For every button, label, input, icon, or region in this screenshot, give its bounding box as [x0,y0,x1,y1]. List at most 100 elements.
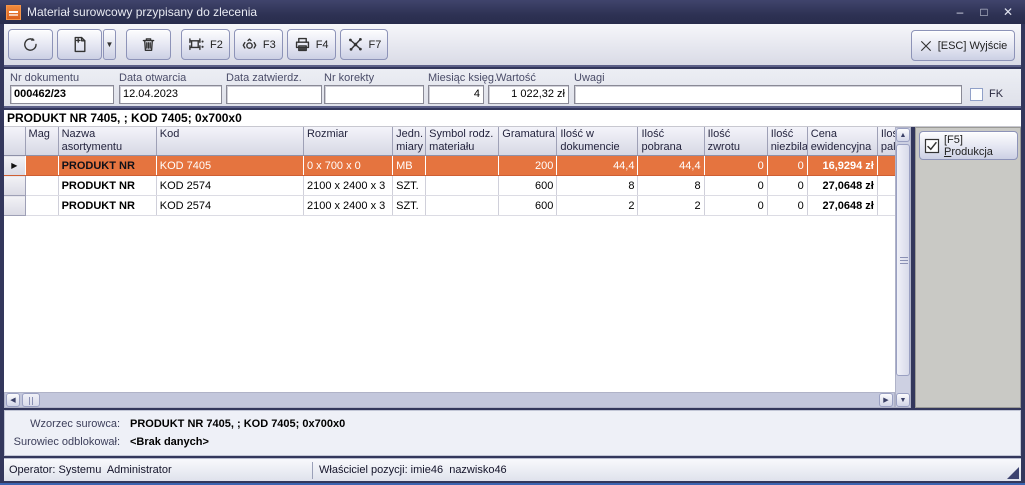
row-selector-icon: ▶ [4,156,25,176]
new-document-icon [71,36,88,53]
cell-rozmiar: 2100 x 2400 x 3 [303,196,392,216]
miesiac-ksieg-label: Miesiąc księg. [428,72,497,84]
minimize-button[interactable]: – [953,5,967,19]
refresh-button[interactable] [8,29,53,60]
data-otwarcia-label: Data otwarcia [119,72,186,84]
cell-pale [877,196,895,216]
odblokowal-value: <Brak danych> [130,436,209,448]
col-header-ilosc-zwrotu[interactable]: Ilość zwrotu [704,127,767,156]
wartosc-field[interactable]: 1 022,32 zł [488,85,569,104]
cell-nazwa: PRODUKT NR [58,176,156,196]
nr-korekty-field[interactable] [324,85,424,104]
resize-grip-icon[interactable] [1007,467,1019,479]
table-row[interactable]: PRODUKT NR KOD 2574 2100 x 2400 x 3 SZT.… [4,196,895,216]
odblokowal-label: Surowiec odblokował: [0,436,120,448]
cell-symbol [426,156,499,176]
network-f7-button[interactable]: F7 [340,29,389,60]
horizontal-scrollbar[interactable]: ◀ ▶ [4,392,895,408]
checkmark-icon [924,138,940,154]
col-header-ilosc-niezbilan[interactable]: Ilość niezbilan [767,127,807,156]
maximize-button[interactable]: □ [977,5,991,19]
cell-mag [25,156,58,176]
target-icon [241,36,258,53]
scroll-left-icon[interactable]: ◀ [6,393,20,407]
horizontal-scroll-thumb[interactable] [22,393,40,407]
edit-f2-button[interactable]: F2 [181,29,230,60]
status-bar: Operator: Systemu Administrator Właścici… [4,458,1021,481]
f3-label: F3 [263,39,276,51]
cell-rozmiar: 2100 x 2400 x 3 [303,176,392,196]
f5-label: [F5] Produkcja [944,134,1013,158]
cell-kod: KOD 2574 [156,176,303,196]
printer-icon [294,36,311,53]
fk-checkbox[interactable] [970,88,983,101]
exit-label: [ESC] Wyjście [938,40,1008,52]
selector-column-header [4,127,25,156]
exit-button[interactable]: [ESC] Wyjście [911,30,1015,61]
cell-ilosc-zwrotu: 0 [704,156,767,176]
production-f5-button[interactable]: [F5] Produkcja [919,131,1018,160]
cell-ilosc-zwrotu: 0 [704,176,767,196]
cell-mag [25,176,58,196]
data-zatwierdz-field[interactable] [226,85,322,104]
window-title: Materiał surowcowy przypisany do zleceni… [27,5,257,19]
cell-kod: KOD 2574 [156,196,303,216]
f7-label: F7 [369,39,382,51]
scroll-right-icon[interactable]: ▶ [879,393,893,407]
cell-pale [877,176,895,196]
cell-cena: 16,9294 zł [807,156,877,176]
vertical-scroll-thumb[interactable] [896,144,910,376]
cell-cena: 27,0648 zł [807,176,877,196]
info-panel: Wzorzec surowca: PRODUKT NR 7405, ; KOD … [4,410,1021,456]
rack-icon [188,36,205,53]
cell-cena: 27,0648 zł [807,196,877,216]
document-fields: Nr dokumentu Data otwarcia Data zatwierd… [4,69,1021,108]
scroll-up-icon[interactable]: ▲ [896,128,910,142]
new-document-dropdown[interactable]: ▼ [103,29,116,60]
wzorzec-value: PRODUKT NR 7405, ; KOD 7405; 0x700x0 [130,418,345,430]
cell-mag [25,196,58,216]
wzorzec-label: Wzorzec surowca: [0,418,120,430]
f4-label: F4 [316,39,329,51]
title-bar: Materiał surowcowy przypisany do zleceni… [0,0,1025,24]
table-row[interactable]: ▶ PRODUKT NR KOD 7405 0 x 700 x 0 MB 200… [4,156,895,176]
cell-jedn: MB [393,156,426,176]
cell-rozmiar: 0 x 700 x 0 [303,156,392,176]
data-otwarcia-field[interactable]: 12.04.2023 [119,85,222,104]
close-button[interactable]: ✕ [1001,5,1015,19]
status-divider [312,462,313,479]
network-icon [347,36,364,53]
col-header-nazwa[interactable]: Nazwa asortymentu [58,127,156,156]
toolbar: ▼ F2 F3 [4,24,1021,67]
group-header: PRODUKT NR 7405, ; KOD 7405; 0x700x0 [4,110,1021,127]
col-header-gramatura[interactable]: Gramatura [499,127,557,156]
col-header-symbol[interactable]: Symbol rodz. materiału [426,127,499,156]
trash-icon [140,36,157,53]
col-header-ilosc-palet[interactable]: Ilość pale [877,127,895,156]
print-f4-button[interactable]: F4 [287,29,336,60]
table-row[interactable]: PRODUKT NR KOD 2574 2100 x 2400 x 3 SZT.… [4,176,895,196]
vertical-scrollbar[interactable]: ▲ ▼ [895,127,911,408]
scroll-down-icon[interactable]: ▼ [896,393,910,407]
cell-gramatura: 600 [499,196,557,216]
app-icon [6,5,21,20]
cell-ilosc-dok: 8 [557,176,638,196]
col-header-kod[interactable]: Kod [156,127,303,156]
nr-dokumentu-label: Nr dokumentu [10,72,79,84]
col-header-rozmiar[interactable]: Rozmiar [303,127,392,156]
uwagi-field[interactable] [574,85,962,104]
col-header-cena[interactable]: Cena ewidencyjna [807,127,877,156]
col-header-ilosc-dok[interactable]: Ilość w dokumencie [557,127,638,156]
f2-label: F2 [210,39,223,51]
col-header-mag[interactable]: Mag [25,127,58,156]
delete-button[interactable] [126,29,171,60]
miesiac-ksieg-field[interactable]: 4 [428,85,484,104]
cell-ilosc-pobrana: 44,4 [638,156,704,176]
nr-dokumentu-field[interactable]: 000462/23 [10,85,114,104]
col-header-ilosc-pobrana[interactable]: Ilość pobrana [638,127,704,156]
locate-f3-button[interactable]: F3 [234,29,283,60]
cell-ilosc-niezbilan: 0 [767,156,807,176]
cell-ilosc-niezbilan: 0 [767,176,807,196]
col-header-jedn-miary[interactable]: Jedn. miary [393,127,426,156]
new-document-button[interactable] [57,29,102,60]
